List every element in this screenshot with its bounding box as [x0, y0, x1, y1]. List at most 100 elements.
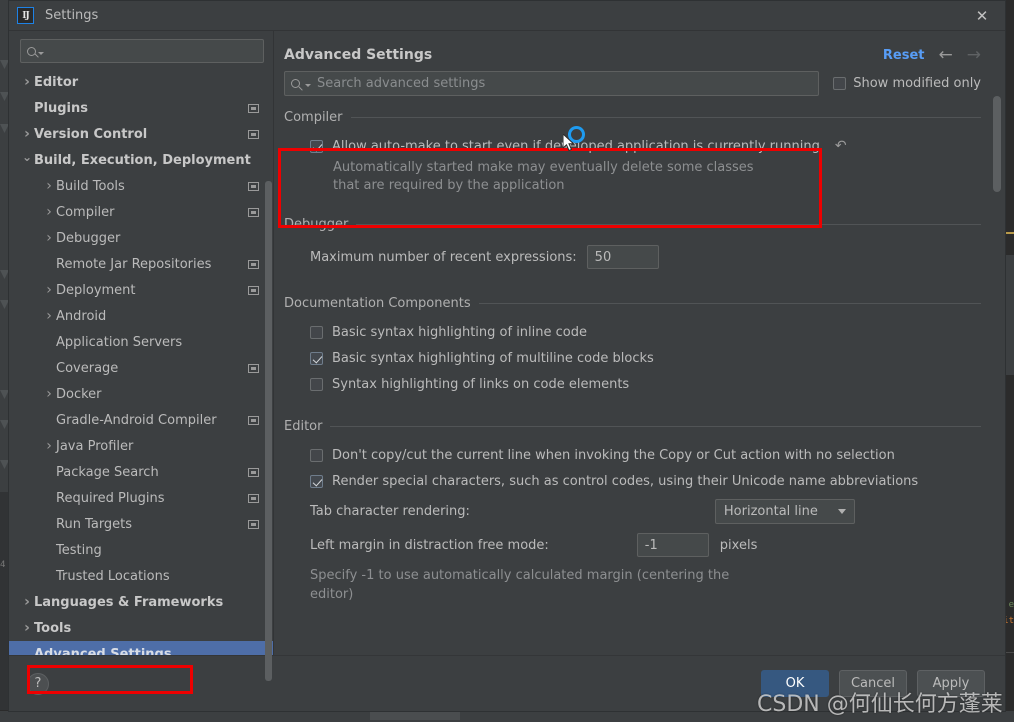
setting-label: Maximum number of recent expressions:	[310, 249, 577, 265]
show-modified-only-checkbox[interactable]: Show modified only	[833, 76, 981, 91]
setting-checkbox-row[interactable]: Don't copy/cut the current line when inv…	[284, 442, 981, 468]
sidebar-scrollbar[interactable]	[265, 181, 272, 681]
chevron-right-icon[interactable]	[42, 386, 56, 402]
checkbox-box[interactable]	[310, 139, 323, 153]
sidebar-item-label: Remote Jar Repositories	[56, 256, 212, 272]
sidebar-item-gradle-android-compiler[interactable]: Gradle-Android Compiler	[9, 407, 273, 433]
project-scope-icon	[248, 259, 259, 269]
arrow-right-icon[interactable]: →	[967, 46, 981, 64]
sidebar-item-testing[interactable]: Testing	[9, 537, 273, 563]
sidebar-item-label: Plugins	[34, 100, 88, 116]
chevron-right-icon[interactable]	[42, 282, 56, 298]
sidebar-item-label: Languages & Frameworks	[34, 594, 224, 610]
sidebar-item-trusted-locations[interactable]: Trusted Locations	[9, 563, 273, 589]
sidebar-search-input[interactable]	[20, 39, 264, 63]
chevron-right-icon[interactable]	[42, 438, 56, 454]
project-scope-icon	[248, 519, 259, 529]
sidebar-item-label: Advanced Settings	[34, 646, 172, 656]
setting-text-input[interactable]: -1	[636, 533, 709, 557]
section-header-debugger: Debugger	[284, 217, 981, 232]
sidebar-item-label: Deployment	[56, 282, 136, 298]
sidebar-item-build-tools[interactable]: Build Tools	[9, 173, 273, 199]
chevron-right-icon[interactable]	[20, 74, 34, 90]
setting-checkbox-row[interactable]: Render special characters, such as contr…	[284, 468, 981, 494]
sidebar-item-label: Docker	[56, 386, 102, 402]
setting-checkbox-row[interactable]: Allow auto-make to start even if develop…	[284, 133, 981, 159]
sidebar-item-label: Coverage	[56, 360, 119, 376]
setting-field-row: Left margin in distraction free mode: -1 p…	[284, 528, 981, 562]
section-title: Debugger	[284, 217, 349, 232]
sidebar-item-package-search[interactable]: Package Search	[9, 459, 273, 485]
setting-label: Basic syntax highlighting of multiline c…	[332, 350, 654, 366]
sidebar-item-label: Android	[56, 308, 107, 324]
setting-label: Syntax highlighting of links on code ele…	[332, 376, 630, 392]
setting-label: Left margin in distraction free mode:	[310, 537, 549, 553]
sidebar-item-languages-frameworks[interactable]: Languages & Frameworks	[9, 589, 273, 615]
section-divider	[330, 426, 981, 427]
sidebar-item-advanced-settings[interactable]: Advanced Settings	[9, 641, 273, 655]
sidebar-item-android[interactable]: Android	[9, 303, 273, 329]
search-icon	[291, 79, 300, 88]
sidebar-item-debugger[interactable]: Debugger	[9, 225, 273, 251]
chevron-right-icon[interactable]	[20, 594, 34, 610]
main-scrollbar[interactable]	[993, 96, 1001, 192]
sidebar-item-docker[interactable]: Docker	[9, 381, 273, 407]
settings-tree: Editor Plugins Version Control Build, Execu…	[9, 67, 273, 655]
tab-character-rendering-select[interactable]: Horizontal line	[714, 498, 855, 524]
sidebar-item-run-targets[interactable]: Run Targets	[9, 511, 273, 537]
chevron-right-icon[interactable]	[20, 126, 34, 142]
close-icon[interactable]: ✕	[959, 1, 1005, 31]
sidebar-item-label: Java Profiler	[56, 438, 134, 454]
project-scope-icon	[248, 467, 259, 477]
search-icon	[27, 46, 36, 56]
checkbox-box[interactable]	[310, 351, 323, 365]
sidebar-item-application-servers[interactable]: Application Servers	[9, 329, 273, 355]
chevron-right-icon[interactable]	[42, 308, 56, 324]
show-modified-only-label: Show modified only	[853, 76, 981, 91]
chevron-right-icon[interactable]	[42, 204, 56, 220]
checkbox-box[interactable]	[310, 377, 323, 391]
sidebar-item-tools[interactable]: Tools	[9, 615, 273, 641]
setting-checkbox-row[interactable]: Basic syntax highlighting of inline code	[284, 319, 981, 345]
setting-text-input[interactable]: 50	[586, 245, 659, 269]
settings-scroll-area: Compiler Allow auto-make to start even if…	[274, 110, 1005, 604]
revert-arrow-icon[interactable]: ↶	[835, 139, 847, 153]
sidebar-search-container	[9, 31, 273, 67]
sidebar-item-editor[interactable]: Editor	[9, 69, 273, 95]
chevron-right-icon[interactable]	[20, 620, 34, 636]
checkbox-box[interactable]	[310, 325, 323, 339]
advanced-search-row: Search advanced settings Show modified o…	[274, 65, 1005, 96]
sidebar-item-required-plugins[interactable]: Required Plugins	[9, 485, 273, 511]
sidebar-item-build-execution-deployment[interactable]: Build, Execution, Deployment	[9, 147, 273, 173]
setting-checkbox-row[interactable]: Syntax highlighting of links on code ele…	[284, 371, 981, 397]
chevron-right-icon[interactable]	[42, 230, 56, 246]
project-scope-icon	[248, 285, 259, 295]
dialog-title: Settings	[45, 8, 99, 23]
sidebar-item-compiler[interactable]: Compiler	[9, 199, 273, 225]
setting-unit-label: pixels	[719, 537, 758, 553]
sidebar-item-version-control[interactable]: Version Control	[9, 121, 273, 147]
sidebar-item-remote-jar-repositories[interactable]: Remote Jar Repositories	[9, 251, 273, 277]
help-button[interactable]: ?	[27, 672, 49, 695]
advanced-search-input[interactable]: Search advanced settings	[284, 71, 820, 96]
arrow-left-icon[interactable]: ←	[939, 46, 953, 64]
background-code-fragment: e	[1008, 600, 1014, 610]
setting-label: Tab character rendering:	[310, 503, 470, 519]
sidebar-item-deployment[interactable]: Deployment	[9, 277, 273, 303]
sidebar-item-label: Testing	[56, 542, 102, 558]
sidebar-item-label: Build Tools	[56, 178, 125, 194]
chevron-down-icon[interactable]	[20, 153, 34, 167]
sidebar-item-label: Editor	[34, 74, 79, 90]
sidebar-item-label: Compiler	[56, 204, 115, 220]
header-actions: Reset ← →	[883, 46, 981, 64]
sidebar-item-plugins[interactable]: Plugins	[9, 95, 273, 121]
chevron-right-icon[interactable]	[42, 178, 56, 194]
sidebar-item-java-profiler[interactable]: Java Profiler	[9, 433, 273, 459]
reset-button[interactable]: Reset	[883, 48, 925, 63]
background-status-item	[370, 712, 460, 720]
setting-checkbox-row[interactable]: Basic syntax highlighting of multiline c…	[284, 345, 981, 371]
sidebar-item-label: Application Servers	[56, 334, 183, 350]
sidebar-item-coverage[interactable]: Coverage	[9, 355, 273, 381]
checkbox-box[interactable]	[310, 448, 323, 462]
checkbox-box[interactable]	[310, 474, 323, 488]
